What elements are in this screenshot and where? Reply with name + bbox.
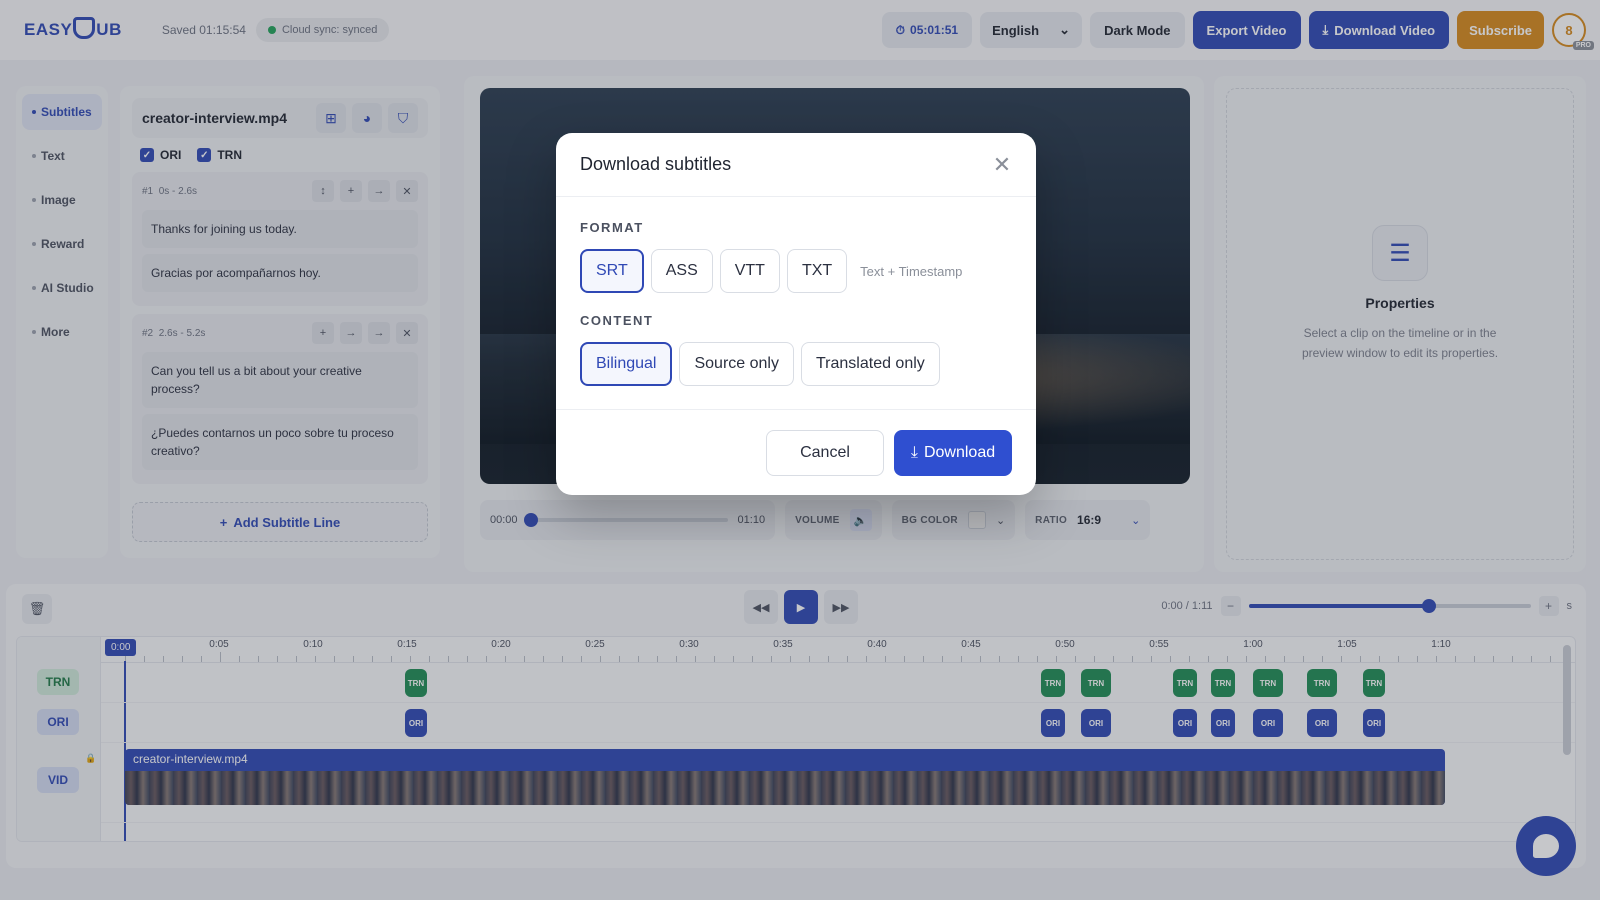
- download-icon: ⤓: [910, 443, 918, 461]
- download-subtitles-dialog: Download subtitles ✕ FORMAT SRT ASS VTT …: [556, 133, 1036, 495]
- cancel-button[interactable]: Cancel: [766, 429, 884, 476]
- close-icon[interactable]: ✕: [992, 153, 1012, 175]
- format-option-ass[interactable]: ASS: [650, 249, 713, 293]
- content-options: Bilingual Source only Translated only: [580, 342, 940, 386]
- content-label: CONTENT: [580, 313, 654, 328]
- format-option-txt[interactable]: TXT: [786, 249, 848, 293]
- format-option-srt[interactable]: SRT: [580, 249, 644, 293]
- format-label: FORMAT: [580, 220, 644, 235]
- format-option-vtt[interactable]: VTT: [719, 249, 780, 293]
- content-option-source-only[interactable]: Source only: [679, 342, 794, 386]
- content-option-bilingual[interactable]: Bilingual: [580, 342, 673, 386]
- format-hint: Text + Timestamp: [860, 263, 963, 279]
- download-button[interactable]: ⤓ Download: [894, 429, 1012, 476]
- content-option-translated-only[interactable]: Translated only: [800, 342, 940, 386]
- dialog-title: Download subtitles: [580, 154, 732, 174]
- format-options: SRT ASS VTT TXT Text + Timestamp: [580, 249, 962, 293]
